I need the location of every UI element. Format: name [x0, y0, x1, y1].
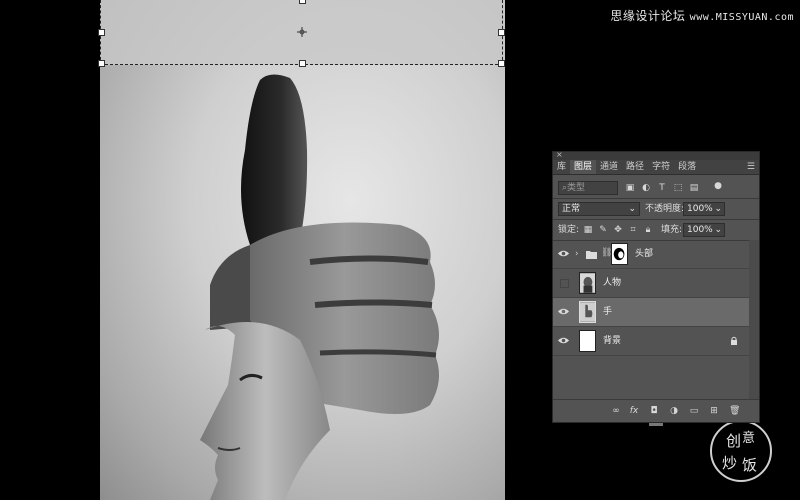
tab-character[interactable]: 字符: [648, 160, 674, 174]
filter-row: ⌕类型 ▣ ◐ T ⬚ ▤ ●: [553, 178, 759, 198]
tab-layers[interactable]: 图层: [570, 160, 597, 174]
eye-icon[interactable]: [558, 249, 569, 258]
panel-menu-icon[interactable]: ☰: [747, 160, 755, 174]
layer-row-hand[interactable]: 手: [553, 298, 749, 327]
panel-tabs: 库 图层 通道 路径 字符 段落 ☰: [553, 160, 759, 175]
close-icon[interactable]: ×: [556, 150, 563, 159]
filter-smart-object-icon[interactable]: ▤: [689, 183, 699, 193]
trash-icon[interactable]: 🗑︎: [729, 406, 740, 416]
panel-bottom-toolbar: ∞ fx ◘ ◑ ▭ ⊞ 🗑︎: [553, 399, 759, 426]
filter-toggle-icon[interactable]: ●: [713, 181, 723, 191]
document-canvas[interactable]: [100, 0, 505, 500]
svg-text:饭: 饭: [742, 456, 757, 474]
svg-text:创: 创: [726, 432, 741, 450]
link-icon[interactable]: ∞: [611, 406, 621, 416]
layers-list: › ⛓ 头部 人物 手 背景: [553, 240, 749, 380]
folder-icon[interactable]: ▭: [689, 406, 699, 416]
panel-titlebar[interactable]: ×: [553, 150, 759, 160]
visibility-toggle-off[interactable]: [560, 279, 569, 288]
tab-paths[interactable]: 路径: [622, 160, 648, 174]
filter-placeholder: 类型: [567, 183, 586, 193]
lock-position-icon[interactable]: ✥: [613, 225, 623, 235]
blend-mode-select[interactable]: 正常 ⌄: [558, 202, 640, 216]
transform-center-icon[interactable]: [297, 27, 307, 37]
chevron-down-icon: ⌄: [628, 204, 636, 214]
transform-handle-top[interactable]: [299, 0, 306, 4]
lock-artboard-icon[interactable]: ⌗: [628, 225, 638, 235]
blend-mode-value: 正常: [562, 204, 581, 214]
fill-label: 填充:: [661, 225, 683, 235]
site-name: 思缘设计论坛: [610, 9, 686, 23]
panel-resize-grip[interactable]: [649, 423, 663, 426]
layer-name: 头部: [635, 249, 654, 259]
filter-shape-icon[interactable]: ⬚: [673, 183, 683, 193]
lock-all-icon[interactable]: 🔒︎: [643, 225, 653, 235]
tab-channels[interactable]: 通道: [596, 160, 622, 174]
chevron-down-icon: ⌄: [714, 204, 722, 214]
lock-image-icon[interactable]: ✎: [598, 225, 608, 235]
layer-row-background[interactable]: 背景: [553, 327, 749, 356]
tab-library[interactable]: 库: [553, 160, 570, 174]
blend-row: 正常 ⌄ 不透明度: 100% ⌄: [553, 199, 759, 219]
transform-handle-bottom[interactable]: [299, 60, 306, 67]
adjustment-icon[interactable]: ◑: [669, 406, 679, 416]
artwork-image: [100, 0, 505, 500]
new-layer-icon[interactable]: ⊞: [709, 406, 719, 416]
transform-handle-right[interactable]: [498, 29, 505, 36]
logo-seal-icon: 创 意 炒 饭: [710, 420, 772, 482]
fx-icon[interactable]: fx: [629, 406, 639, 416]
tab-paragraph[interactable]: 段落: [674, 160, 700, 174]
layer-name: 人物: [603, 278, 622, 288]
filter-pixel-icon[interactable]: ▣: [625, 183, 635, 193]
filter-kind-select[interactable]: ⌕类型: [558, 181, 618, 195]
fill-value: 100%: [687, 225, 713, 235]
layer-thumbnail: [579, 330, 596, 352]
site-url: www.MISSYUAN.com: [689, 12, 794, 23]
opacity-value: 100%: [687, 204, 713, 214]
layer-name: 背景: [603, 336, 622, 346]
mask-icon[interactable]: ◘: [649, 406, 659, 416]
transform-handle-bottom-left[interactable]: [98, 60, 105, 67]
transform-handle-left[interactable]: [98, 29, 105, 36]
lock-row: 锁定: ▦ ✎ ✥ ⌗ 🔒︎ 填充: 100% ⌄: [553, 220, 759, 240]
layer-thumbnail: [579, 272, 596, 294]
layer-row-head[interactable]: › ⛓ 头部: [553, 240, 749, 269]
svg-text:炒: 炒: [722, 454, 737, 472]
site-watermark: 思缘设计论坛 www.MISSYUAN.com: [610, 7, 794, 24]
opacity-input[interactable]: 100% ⌄: [683, 202, 725, 216]
lock-label: 锁定:: [558, 225, 580, 235]
layers-panel: × 库 图层 通道 路径 字符 段落 ☰ ⌕类型 ▣ ◐ T ⬚ ▤ ● 正常 …: [552, 150, 760, 426]
filter-type-icon[interactable]: T: [657, 183, 667, 193]
lock-icon[interactable]: [730, 336, 738, 346]
chevron-right-icon[interactable]: ›: [575, 240, 579, 269]
svg-text:意: 意: [742, 430, 755, 446]
eye-icon[interactable]: [558, 336, 569, 345]
layers-scrollbar[interactable]: [749, 240, 759, 400]
layer-row-person[interactable]: 人物: [553, 269, 749, 298]
eye-icon[interactable]: [558, 307, 569, 316]
layer-name: 手: [603, 307, 613, 317]
opacity-label: 不透明度:: [645, 204, 685, 214]
chevron-down-icon: ⌄: [714, 225, 722, 235]
folder-icon: [586, 251, 597, 259]
layer-mask-thumbnail[interactable]: [611, 243, 628, 265]
transform-handle-bottom-right[interactable]: [498, 60, 505, 67]
fill-input[interactable]: 100% ⌄: [683, 223, 725, 237]
layer-thumbnail: [579, 301, 596, 323]
lock-transparent-icon[interactable]: ▦: [583, 225, 593, 235]
filter-adjustment-icon[interactable]: ◐: [641, 183, 651, 193]
